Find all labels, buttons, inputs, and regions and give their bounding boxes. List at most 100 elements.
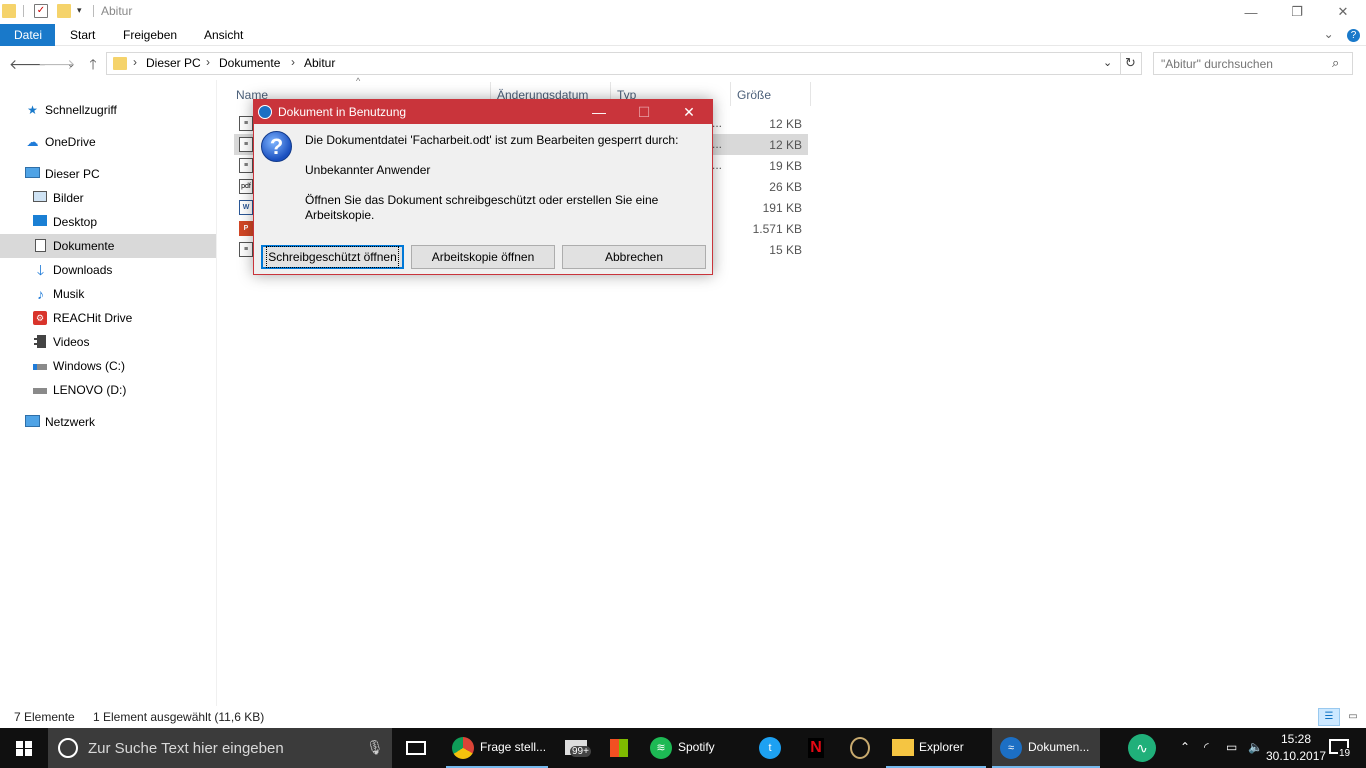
desktop-icon	[33, 215, 48, 229]
up-button[interactable]: 🡑	[84, 54, 102, 74]
nav-item-schnellzugriff[interactable]: ★ Schnellzugriff	[0, 98, 216, 122]
ribbon-tabs: Datei Start Freigeben Ansicht ⌄ ?	[0, 24, 1366, 46]
large-icons-view-icon[interactable]: ▭	[1342, 708, 1364, 726]
close-icon: ✕	[683, 104, 695, 120]
file-size: 19 KB	[769, 159, 802, 173]
battery-icon[interactable]: ▭	[1226, 740, 1237, 754]
column-divider[interactable]	[810, 82, 811, 106]
taskbar-search-input[interactable]: Zur Suche Text hier eingeben	[88, 740, 284, 757]
back-button[interactable]: 🡐	[9, 54, 47, 74]
navigation-pane: ★ Schnellzugriff ☁ OneDrive Dieser PC Bi…	[0, 80, 216, 706]
maximize-button[interactable]: ❐	[1274, 0, 1320, 24]
nav-label: Downloads	[53, 263, 113, 277]
column-divider[interactable]	[730, 82, 731, 106]
open-copy-button[interactable]: Arbeitskopie öffnen	[411, 245, 555, 269]
minimize-button[interactable]: —	[1228, 0, 1274, 24]
file-type: ...	[712, 137, 723, 151]
nav-item-musik[interactable]: ♪ Musik	[0, 282, 216, 306]
pane-divider[interactable]	[216, 80, 217, 706]
breadcrumb-abitur[interactable]: Abitur	[304, 56, 335, 70]
nav-item-dokumente[interactable]: Dokumente	[0, 234, 216, 258]
taskbar-app-league[interactable]	[840, 728, 880, 768]
mail-badge: 99+	[570, 746, 591, 757]
customize-quick-access-icon[interactable]: ▾	[77, 5, 82, 16]
search-box[interactable]: ⌕	[1153, 52, 1353, 75]
tray-expand-icon[interactable]: ⌃	[1180, 740, 1190, 754]
dialog-title-bar: Dokument in Benutzung — ☐ ✕	[254, 100, 712, 124]
store-icon	[610, 739, 628, 757]
properties-icon[interactable]: ✓	[34, 4, 48, 18]
volume-icon[interactable]: 🔈	[1248, 740, 1263, 754]
help-icon[interactable]: ?	[1347, 29, 1360, 42]
tray-monitor-app[interactable]: ∿	[1120, 728, 1162, 768]
nav-item-bilder[interactable]: Bilder	[0, 186, 216, 210]
nav-label: Windows (C:)	[53, 359, 126, 373]
clock-date[interactable]: 30.10.2017	[1266, 749, 1326, 763]
breadcrumb-dieser-pc[interactable]: Dieser PC	[146, 56, 201, 70]
taskbar-app-twitter[interactable]: t	[750, 728, 790, 768]
taskbar-search[interactable]: Zur Suche Text hier eingeben 🎙	[48, 728, 392, 768]
nav-item-dieser-pc[interactable]: Dieser PC	[0, 162, 216, 186]
new-folder-icon[interactable]	[57, 4, 71, 18]
open-readonly-button[interactable]: Schreibgeschützt öffnen	[261, 245, 404, 269]
minimize-icon: —	[592, 104, 606, 120]
activity-monitor-icon: ∿	[1128, 734, 1156, 762]
powerpoint-file-icon: P	[239, 221, 253, 236]
cancel-button[interactable]: Abbrechen	[562, 245, 706, 269]
forward-button[interactable]: 🡒	[38, 54, 76, 74]
tab-start[interactable]: Start	[62, 24, 103, 46]
breadcrumb-separator[interactable]: ›	[133, 55, 137, 69]
nav-item-windows-c[interactable]: Windows (C:)	[0, 354, 216, 378]
taskbar-app-store[interactable]	[600, 728, 640, 768]
separator	[93, 5, 94, 17]
folder-icon	[892, 739, 914, 756]
clock-time[interactable]: 15:28	[1266, 732, 1326, 746]
taskbar-app-label: Dokumen...	[1028, 740, 1090, 754]
dialog-maximize-button: ☐	[637, 104, 651, 120]
word-file-icon: W	[239, 200, 253, 215]
recent-locations-button[interactable]: ⌄	[62, 54, 80, 74]
start-button[interactable]	[0, 728, 48, 768]
dialog-minimize-button[interactable]: —	[576, 100, 622, 124]
tab-ansicht[interactable]: Ansicht	[196, 24, 251, 46]
selection-info: 1 Element ausgewählt (11,6 KB)	[93, 710, 265, 724]
breadcrumb-separator[interactable]: ›	[291, 55, 295, 69]
tab-datei[interactable]: Datei	[0, 24, 55, 46]
nav-label: Musik	[53, 287, 85, 301]
file-size: 15 KB	[769, 243, 802, 257]
action-center-button[interactable]: 19	[1324, 728, 1364, 768]
column-header-size[interactable]: Größe	[737, 88, 771, 102]
computer-icon	[25, 167, 40, 181]
nav-item-netzwerk[interactable]: Netzwerk	[0, 410, 216, 434]
taskbar-app-spotify[interactable]: ≋ Spotify	[644, 728, 734, 768]
search-icon[interactable]: ⌕	[1332, 55, 1339, 71]
taskbar-app-chrome[interactable]: Frage stell...	[446, 728, 548, 768]
star-icon: ★	[27, 103, 38, 117]
task-view-button[interactable]	[396, 728, 436, 768]
nav-item-desktop[interactable]: Desktop	[0, 210, 216, 234]
nav-item-onedrive[interactable]: ☁ OneDrive	[0, 130, 216, 154]
tab-freigeben[interactable]: Freigeben	[115, 24, 185, 46]
taskbar-app-netflix[interactable]: N	[796, 728, 836, 768]
dialog-close-button[interactable]: ✕	[666, 100, 712, 124]
taskbar-app-explorer[interactable]: Explorer	[886, 728, 986, 768]
microphone-icon[interactable]: 🎙	[366, 739, 384, 756]
nav-item-reachit-drive[interactable]: ⚙ REACHit Drive	[0, 306, 216, 330]
expand-ribbon-icon[interactable]: ⌄	[1324, 27, 1334, 41]
breadcrumb-dokumente[interactable]: Dokumente	[219, 56, 280, 70]
documents-icon	[33, 239, 48, 253]
close-button[interactable]: ✕	[1320, 0, 1366, 24]
breadcrumb-separator[interactable]: ›	[206, 55, 210, 69]
wifi-icon[interactable]: ◜	[1204, 740, 1209, 754]
nav-item-videos[interactable]: Videos	[0, 330, 216, 354]
taskbar-app-mail[interactable]: 99+	[556, 728, 596, 768]
video-icon	[33, 335, 48, 349]
refresh-icon[interactable]: ↻	[1125, 55, 1136, 71]
taskbar-app-libreoffice[interactable]: ≈ Dokumen...	[992, 728, 1100, 768]
nav-item-downloads[interactable]: 🡓 Downloads	[0, 258, 216, 282]
search-input[interactable]	[1154, 53, 1324, 74]
nav-item-lenovo-d[interactable]: LENOVO (D:)	[0, 378, 216, 402]
address-dropdown-icon[interactable]: ⌄	[1103, 56, 1112, 69]
details-view-icon[interactable]: ☰	[1318, 708, 1340, 726]
address-bar[interactable]: › Dieser PC › Dokumente › Abitur ⌄ ↻	[106, 52, 1142, 75]
